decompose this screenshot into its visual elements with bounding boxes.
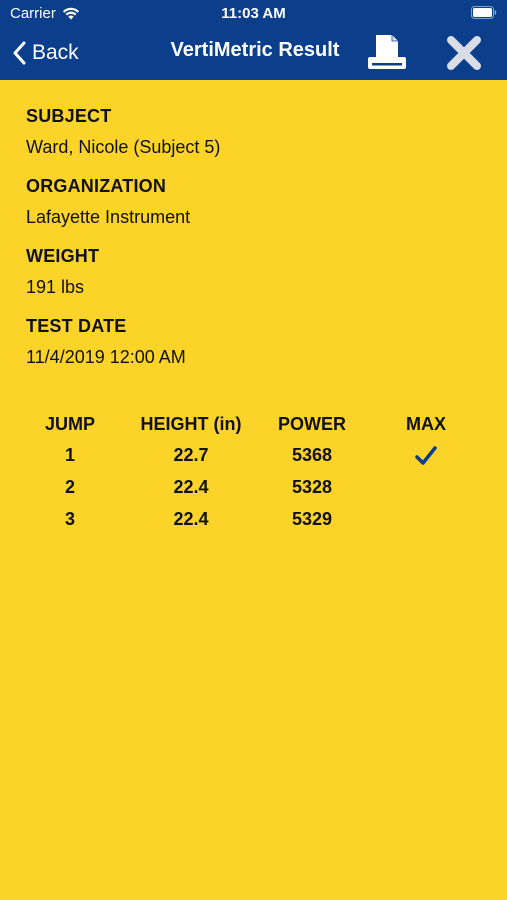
organization-field: ORGANIZATION Lafayette Instrument (26, 174, 486, 230)
test-date-field: TEST DATE 11/4/2019 12:00 AM (26, 314, 486, 370)
subject-details: SUBJECT Ward, Nicole (Subject 5) ORGANIZ… (26, 104, 486, 384)
page-title: VertiMetric Result (170, 39, 340, 61)
organization-label: ORGANIZATION (26, 176, 167, 196)
table-row: 1 22.7 5368 (20, 439, 490, 471)
test-date-value: 11/4/2019 12:00 AM (26, 347, 186, 367)
status-time: 11:03 AM (221, 5, 286, 22)
table-row: 3 22.4 5329 (20, 503, 490, 535)
jump-power: 5329 (291, 508, 333, 529)
table-row: 2 22.4 5328 (20, 471, 490, 503)
jump-power: 5328 (291, 476, 333, 497)
back-label: Back (32, 41, 79, 64)
checkmark-icon (415, 445, 437, 465)
nav-bar: Back VertiMetric Result (0, 28, 507, 80)
chevron-left-icon (13, 41, 26, 65)
column-header-height: HEIGHT (in) (140, 413, 242, 434)
jump-height: 22.4 (173, 508, 209, 529)
test-date-label: TEST DATE (26, 316, 127, 336)
subject-value: Ward, Nicole (Subject 5) (26, 137, 221, 157)
print-button[interactable] (366, 32, 408, 74)
subject-label: SUBJECT (26, 106, 112, 126)
printer-icon (368, 35, 406, 69)
results-table: JUMP HEIGHT (in) POWER MAX 1 22.7 5368 2… (20, 409, 490, 535)
jump-number: 1 (64, 444, 75, 465)
max-cell (362, 471, 490, 503)
column-header-power: POWER (277, 413, 346, 434)
jump-number: 3 (64, 508, 75, 529)
organization-value: Lafayette Instrument (26, 207, 191, 227)
back-button[interactable]: Back (12, 36, 79, 70)
subject-field: SUBJECT Ward, Nicole (Subject 5) (26, 104, 486, 160)
jump-number: 2 (64, 476, 75, 497)
column-header-max: MAX (406, 413, 446, 434)
jump-height: 22.4 (173, 476, 209, 497)
jump-power: 5368 (291, 444, 333, 465)
close-button[interactable] (443, 32, 485, 74)
battery-icon (471, 6, 497, 19)
jump-height: 22.7 (173, 444, 209, 465)
max-cell (362, 503, 490, 535)
status-bar: Carrier 11:03 AM (0, 0, 507, 28)
weight-field: WEIGHT 191 lbs (26, 244, 486, 300)
results-header-row: JUMP HEIGHT (in) POWER MAX (20, 409, 490, 439)
weight-label: WEIGHT (26, 246, 100, 266)
column-header-jump: JUMP (44, 413, 95, 434)
navigation-header: Carrier 11:03 AM Back VertiMetric Result (0, 0, 507, 80)
weight-value: 191 lbs (26, 277, 85, 297)
max-cell (362, 439, 490, 471)
close-x-icon (447, 36, 481, 70)
